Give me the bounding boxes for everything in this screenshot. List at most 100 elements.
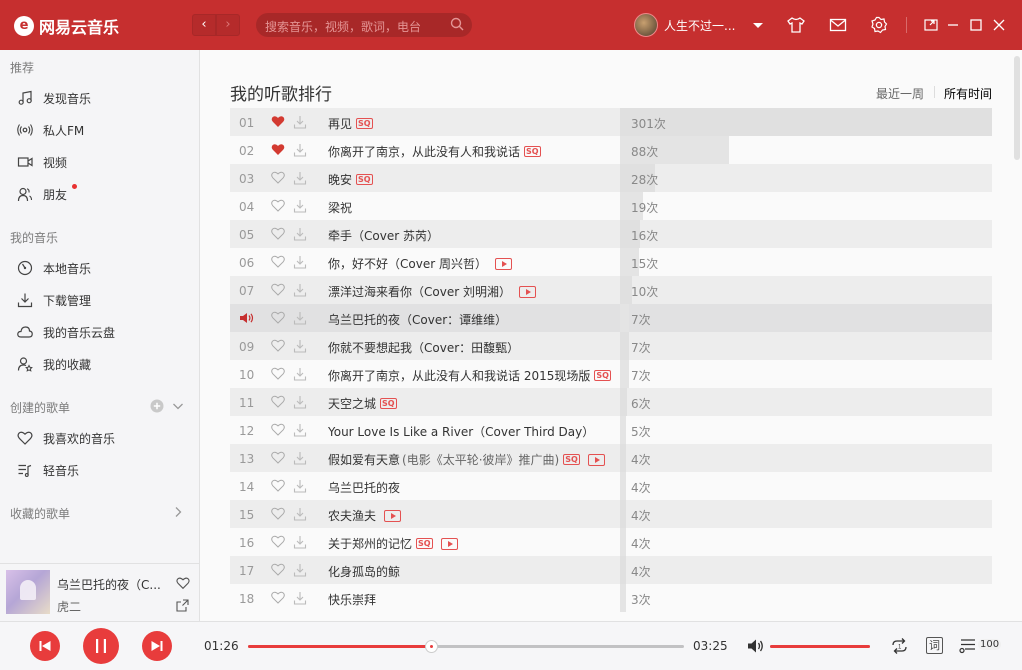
- table-row[interactable]: 09 你就不要想起我（Cover：田馥甄） 7次: [230, 332, 992, 360]
- table-row[interactable]: 乌兰巴托的夜（Cover：谭维维） 7次: [230, 304, 992, 332]
- download-icon[interactable]: [293, 283, 307, 297]
- song-title[interactable]: 快乐崇拜: [328, 591, 376, 608]
- download-icon[interactable]: [293, 227, 307, 241]
- sidebar-item-local-music[interactable]: 本地音乐: [0, 253, 199, 283]
- volume-icon[interactable]: [747, 638, 765, 654]
- download-icon[interactable]: [293, 563, 307, 577]
- table-row[interactable]: 10 你离开了南京，从此没有人和我说话 2015现场版 SQ 7次: [230, 360, 992, 388]
- table-row[interactable]: 02 你离开了南京，从此没有人和我说话 SQ 88次: [230, 136, 992, 164]
- song-title[interactable]: 晚安 SQ: [328, 171, 373, 188]
- heart-icon[interactable]: [271, 255, 285, 268]
- song-title[interactable]: 农夫渔夫: [328, 507, 402, 524]
- table-row[interactable]: 17 化身孤岛的鲸 4次: [230, 556, 992, 584]
- sidebar-item-downloads[interactable]: 下载管理: [0, 285, 199, 315]
- download-icon[interactable]: [293, 423, 307, 437]
- song-title[interactable]: 再见 SQ: [328, 115, 373, 132]
- heart-icon[interactable]: [271, 115, 285, 128]
- download-icon[interactable]: [293, 479, 307, 493]
- table-row[interactable]: 11 天空之城 SQ 6次: [230, 388, 992, 416]
- heart-icon[interactable]: [271, 311, 285, 324]
- table-row[interactable]: 15 农夫渔夫 4次: [230, 500, 992, 528]
- sidebar-item-fm[interactable]: 私人FM: [0, 115, 199, 145]
- chevron-down-icon[interactable]: [171, 399, 185, 413]
- progress-slider[interactable]: [248, 640, 684, 653]
- now-playing-artist[interactable]: 虎二: [57, 598, 81, 615]
- avatar[interactable]: [634, 13, 658, 37]
- mv-icon[interactable]: [587, 453, 605, 466]
- maximize-icon[interactable]: [966, 15, 986, 35]
- song-title[interactable]: 乌兰巴托的夜（Cover：谭维维）: [328, 311, 507, 328]
- heart-icon[interactable]: [271, 171, 285, 184]
- heart-icon[interactable]: [271, 143, 285, 156]
- playlist-count[interactable]: 100: [978, 639, 1002, 650]
- scrollbar[interactable]: [1014, 56, 1020, 160]
- album-cover[interactable]: [6, 570, 50, 614]
- app-logo[interactable]: e 网易云音乐: [14, 14, 119, 38]
- table-row[interactable]: 01 再见 SQ 301次: [230, 108, 992, 136]
- mv-icon[interactable]: [494, 257, 512, 270]
- download-icon[interactable]: [293, 451, 307, 465]
- table-row[interactable]: 04 梁祝 19次: [230, 192, 992, 220]
- add-playlist-icon[interactable]: [150, 399, 164, 413]
- song-title[interactable]: 梁祝: [328, 199, 352, 216]
- table-row[interactable]: 13 假如爱有天意 (电影《太平轮·彼岸》推广曲) SQ 4次: [230, 444, 992, 472]
- search-box[interactable]: 搜索音乐，视频，歌词，电台: [256, 13, 472, 37]
- heart-icon[interactable]: [271, 367, 285, 380]
- table-row[interactable]: 18 快乐崇拜 3次: [230, 584, 992, 612]
- heart-icon[interactable]: [271, 227, 285, 240]
- download-icon[interactable]: [293, 171, 307, 185]
- heart-icon[interactable]: [271, 507, 285, 520]
- song-title[interactable]: 你就不要想起我（Cover：田馥甄）: [328, 339, 519, 356]
- download-icon[interactable]: [293, 507, 307, 521]
- table-row[interactable]: 06 你，好不好（Cover 周兴哲） 15次: [230, 248, 992, 276]
- search-input[interactable]: 搜索音乐，视频，歌词，电台: [265, 18, 421, 35]
- song-title[interactable]: 你，好不好（Cover 周兴哲）: [328, 255, 512, 272]
- table-row[interactable]: 16 关于郑州的记忆 SQ 4次: [230, 528, 992, 556]
- table-row[interactable]: 03 晚安 SQ 28次: [230, 164, 992, 192]
- tab-all-time[interactable]: 所有时间: [944, 85, 992, 102]
- song-title[interactable]: 天空之城 SQ: [328, 395, 397, 412]
- back-button[interactable]: ‹: [192, 14, 216, 36]
- sidebar-item-discover[interactable]: 发现音乐: [0, 83, 199, 113]
- playlist-icon[interactable]: [959, 637, 978, 655]
- mv-icon[interactable]: [384, 509, 402, 522]
- heart-icon[interactable]: [271, 395, 285, 408]
- chevron-down-icon[interactable]: [753, 22, 764, 28]
- table-row[interactable]: 05 牵手（Cover 苏芮） 16次: [230, 220, 992, 248]
- lyrics-button[interactable]: 词: [926, 637, 943, 654]
- user-menu[interactable]: 人生不过一...: [634, 13, 764, 37]
- heart-icon[interactable]: [271, 283, 285, 296]
- heart-icon[interactable]: [271, 535, 285, 548]
- song-title[interactable]: Your Love Is Like a River（Cover Third Da…: [328, 423, 594, 440]
- heart-icon[interactable]: [271, 591, 285, 604]
- heart-icon[interactable]: [271, 339, 285, 352]
- table-row[interactable]: 12 Your Love Is Like a River（Cover Third …: [230, 416, 992, 444]
- download-icon[interactable]: [293, 199, 307, 213]
- prev-button[interactable]: [30, 631, 60, 661]
- song-title[interactable]: 你离开了南京，从此没有人和我说话 2015现场版 SQ: [328, 367, 611, 384]
- next-button[interactable]: [142, 631, 172, 661]
- download-icon[interactable]: [293, 311, 307, 325]
- download-icon[interactable]: [293, 395, 307, 409]
- sidebar-item-cloud-disk[interactable]: 我的音乐云盘: [0, 317, 199, 347]
- song-title[interactable]: 你离开了南京，从此没有人和我说话 SQ: [328, 143, 541, 160]
- mail-icon[interactable]: [828, 15, 848, 35]
- mv-icon[interactable]: [440, 537, 458, 550]
- heart-icon[interactable]: [271, 199, 285, 212]
- heart-icon[interactable]: [271, 451, 285, 464]
- mv-icon[interactable]: [518, 285, 536, 298]
- username[interactable]: 人生不过一...: [664, 17, 735, 34]
- pause-button[interactable]: [83, 628, 119, 664]
- now-playing-title[interactable]: 乌兰巴托的夜（C...: [57, 576, 161, 593]
- download-icon[interactable]: [293, 143, 307, 157]
- table-row[interactable]: 07 漂洋过海来看你（Cover 刘明湘） 10次: [230, 276, 992, 304]
- heart-icon[interactable]: [271, 423, 285, 436]
- loop-mode-icon[interactable]: 1: [890, 637, 909, 655]
- table-row[interactable]: 14 乌兰巴托的夜 4次: [230, 472, 992, 500]
- search-icon[interactable]: [450, 17, 464, 31]
- song-title[interactable]: 漂洋过海来看你（Cover 刘明湘）: [328, 283, 536, 300]
- download-icon[interactable]: [293, 115, 307, 129]
- download-icon[interactable]: [293, 255, 307, 269]
- song-title[interactable]: 乌兰巴托的夜: [328, 479, 400, 496]
- tab-last-week[interactable]: 最近一周: [876, 85, 924, 102]
